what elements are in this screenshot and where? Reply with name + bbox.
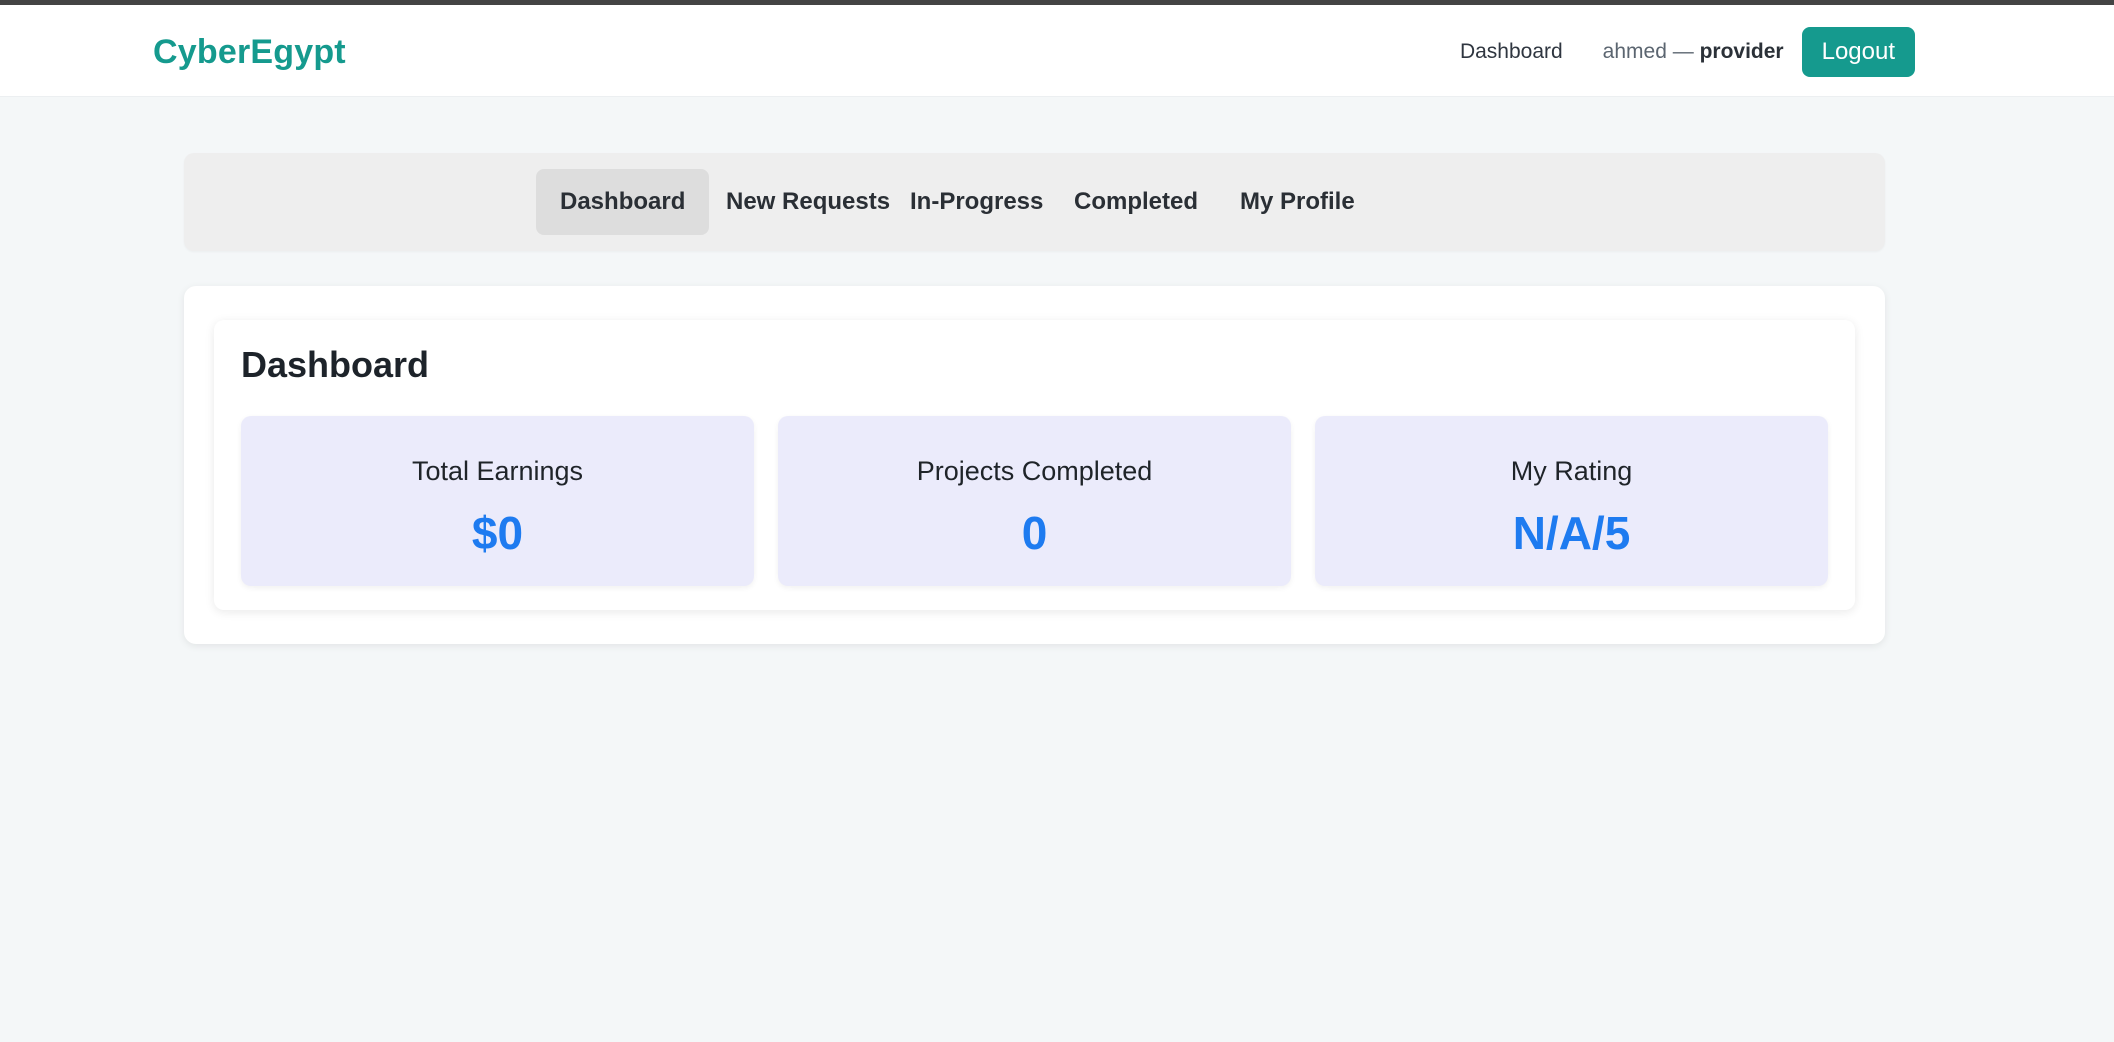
top-navbar: CyberEgypt Dashboard ahmed — provider Lo… <box>0 5 2114 97</box>
brand-logo[interactable]: CyberEgypt <box>153 33 346 72</box>
user-role: provider <box>1699 40 1784 63</box>
stat-value: $0 <box>471 507 524 559</box>
user-info: ahmed — provider <box>1603 40 1784 64</box>
stat-label: My Rating <box>1510 456 1633 486</box>
logout-button[interactable]: Logout <box>1801 27 1915 77</box>
stat-value: 0 <box>1021 507 1048 559</box>
tab-in-progress[interactable]: In-Progress <box>886 169 1067 235</box>
tab-my-profile[interactable]: My Profile <box>1216 169 1379 235</box>
dashboard-panel: Dashboard Total Earnings $0 Projects Com… <box>184 286 1885 644</box>
stat-card-my-rating: My Rating N/A/5 <box>1315 416 1828 586</box>
tab-completed[interactable]: Completed <box>1050 169 1222 235</box>
stat-label: Projects Completed <box>916 456 1153 486</box>
page-title: Dashboard <box>241 344 430 385</box>
stat-card-projects-completed: Projects Completed 0 <box>778 416 1291 586</box>
stat-value: N/A/5 <box>1512 507 1631 559</box>
navbar-right: Dashboard ahmed — provider Logout <box>1460 27 1915 77</box>
tab-new-requests[interactable]: New Requests <box>702 169 914 235</box>
nav-dashboard-link[interactable]: Dashboard <box>1460 40 1563 64</box>
tab-dashboard[interactable]: Dashboard <box>536 169 710 235</box>
section-tabs: Dashboard New Requests In-Progress Compl… <box>184 153 1885 251</box>
user-name: ahmed — <box>1602 40 1694 63</box>
stat-card-total-earnings: Total Earnings $0 <box>241 416 754 586</box>
dashboard-card: Dashboard Total Earnings $0 Projects Com… <box>214 320 1855 610</box>
stat-label: Total Earnings <box>411 456 584 486</box>
